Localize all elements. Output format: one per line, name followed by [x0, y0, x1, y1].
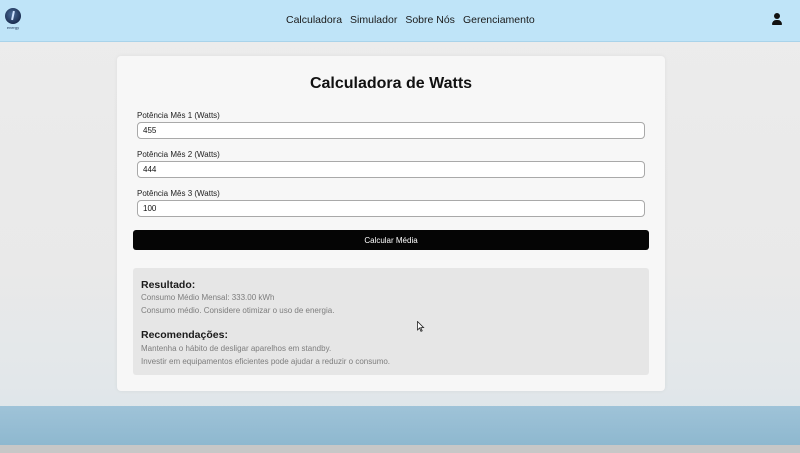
power-month-3-input[interactable] — [137, 200, 645, 217]
recommendation-item: Investir em equipamentos eficientes pode… — [141, 357, 391, 366]
user-icon[interactable] — [771, 13, 783, 26]
nav-link-calculadora[interactable]: Calculadora — [286, 14, 342, 26]
result-assessment: Consumo médio. Considere otimizar o uso … — [141, 306, 335, 315]
calculator-card: Calculadora de Watts Potência Mês 1 (Wat… — [117, 56, 665, 391]
calculate-average-button[interactable]: Calcular Média — [133, 230, 649, 250]
result-heading: Resultado: — [141, 279, 196, 291]
energy-logo-icon[interactable]: energy — [4, 8, 22, 34]
user-icon-head — [774, 13, 780, 19]
nav-link-gerenciamento[interactable]: Gerenciamento — [463, 14, 535, 26]
nav-link-simulador[interactable]: Simulador — [350, 14, 397, 26]
logo-text: energy — [6, 25, 20, 30]
footer-band — [0, 406, 800, 445]
user-icon-body — [772, 20, 782, 25]
recommendation-item: Mantenha o hábito de desligar aparelhos … — [141, 344, 332, 353]
recommendations-heading: Recomendações: — [141, 329, 228, 341]
nav-link-sobre-nos[interactable]: Sobre Nós — [405, 14, 455, 26]
footer-strip — [0, 445, 800, 453]
field-label-month-3: Potência Mês 3 (Watts) — [137, 189, 220, 198]
field-label-month-1: Potência Mês 1 (Watts) — [137, 111, 220, 120]
power-month-1-input[interactable] — [137, 122, 645, 139]
page-title: Calculadora de Watts — [309, 75, 473, 92]
logo-disc — [5, 8, 21, 24]
result-average: Consumo Médio Mensal: 333.00 kWh — [141, 293, 275, 302]
nav-links: Calculadora Simulador Sobre Nós Gerencia… — [286, 14, 535, 26]
field-label-month-2: Potência Mês 2 (Watts) — [137, 150, 220, 159]
mouse-cursor-icon — [417, 321, 425, 332]
power-month-2-input[interactable] — [137, 161, 645, 178]
navbar: energy Calculadora Simulador Sobre Nós G… — [0, 0, 800, 42]
result-panel: Resultado: Consumo Médio Mensal: 333.00 … — [133, 268, 649, 375]
